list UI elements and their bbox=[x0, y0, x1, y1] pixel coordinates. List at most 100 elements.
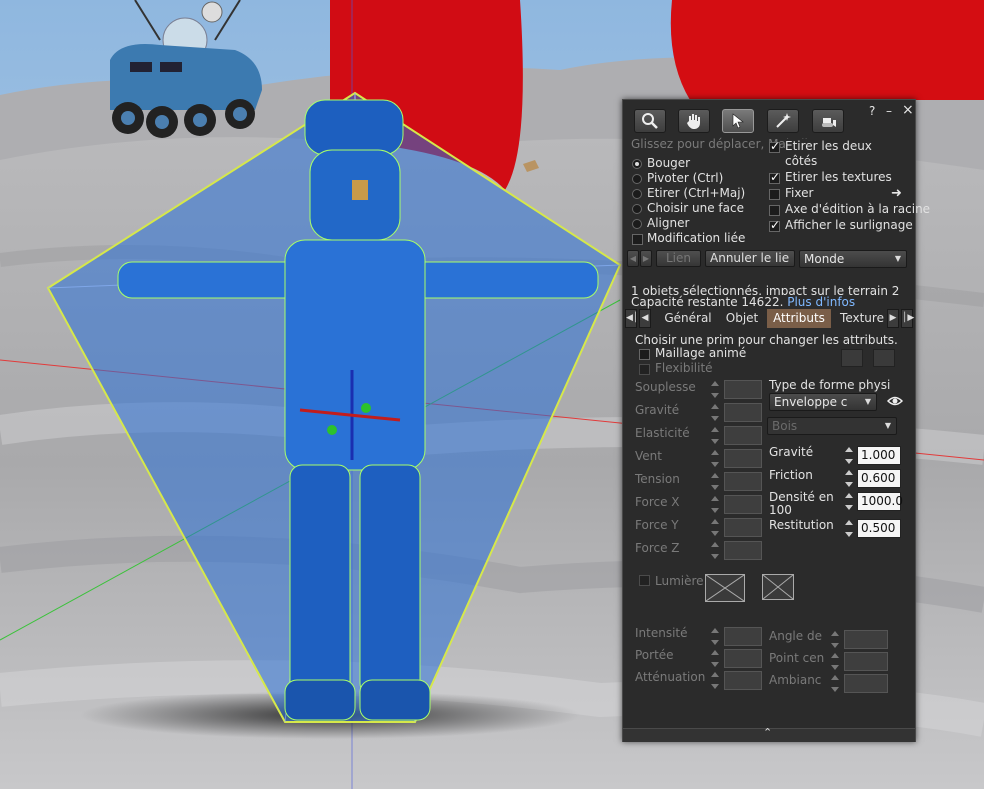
snap-options-arrow-icon[interactable]: ➜ bbox=[891, 186, 902, 201]
snap-label: Fixer bbox=[785, 186, 814, 200]
light-texture-swatch[interactable] bbox=[762, 574, 794, 600]
hand-icon bbox=[687, 114, 700, 129]
mode-rotate-radio[interactable] bbox=[632, 174, 642, 184]
softness-label: Souplesse bbox=[635, 380, 696, 394]
mode-stretch-radio[interactable] bbox=[632, 189, 642, 199]
density-spinner[interactable] bbox=[843, 491, 856, 512]
physics-gravity-input[interactable]: 1.000 bbox=[857, 446, 901, 465]
stretch-both-sides-checkbox[interactable] bbox=[769, 139, 780, 153]
tension-spinner[interactable] bbox=[709, 471, 722, 492]
show-highlight-checkbox[interactable] bbox=[769, 218, 780, 232]
radius-field[interactable] bbox=[724, 649, 762, 668]
root-axis-checkbox[interactable] bbox=[769, 205, 780, 216]
spot-ambiance-label: Ambianc bbox=[769, 673, 822, 687]
friction-input[interactable]: 0.600 bbox=[857, 469, 901, 488]
light-color-swatch[interactable] bbox=[705, 574, 745, 602]
linked-edit-checkbox[interactable] bbox=[632, 234, 643, 245]
elasticity-spinner[interactable] bbox=[709, 425, 722, 446]
tension-field[interactable] bbox=[724, 472, 762, 491]
grab-tool-button[interactable] bbox=[678, 109, 710, 133]
copy-params-icon[interactable] bbox=[841, 349, 863, 367]
unlink-button[interactable]: Annuler le lie bbox=[705, 250, 795, 267]
falloff-spinner[interactable] bbox=[709, 670, 722, 691]
force-z-spinner[interactable] bbox=[709, 540, 722, 561]
wind-spinner[interactable] bbox=[709, 448, 722, 469]
tab-scroll-first-button[interactable]: ◀│ bbox=[625, 309, 638, 328]
radius-spinner[interactable] bbox=[709, 648, 722, 669]
spot-angle-field[interactable] bbox=[844, 630, 888, 649]
land-tool-button[interactable] bbox=[812, 109, 844, 133]
light-checkbox[interactable] bbox=[639, 575, 650, 586]
spot-angle-spinner[interactable] bbox=[829, 629, 842, 650]
animated-mesh-checkbox[interactable] bbox=[639, 349, 650, 360]
restitution-input[interactable]: 0.500 bbox=[857, 519, 901, 538]
focus-tool-button[interactable] bbox=[634, 109, 666, 133]
chevron-down-icon: ▼ bbox=[884, 421, 891, 430]
paste-params-icon[interactable] bbox=[873, 349, 895, 367]
stretch-textures-checkbox[interactable] bbox=[769, 170, 780, 184]
tab-scroll-next-button[interactable]: ▶ bbox=[887, 309, 899, 328]
force-x-spinner[interactable] bbox=[709, 494, 722, 515]
light-label: Lumière bbox=[655, 574, 704, 588]
softness-field[interactable] bbox=[724, 380, 762, 399]
eye-icon[interactable] bbox=[886, 394, 904, 411]
material-dropdown[interactable]: Bois ▼ bbox=[767, 417, 897, 435]
spot-focus-label: Point cen bbox=[769, 651, 825, 665]
link-prev-button[interactable]: ◀ bbox=[627, 250, 639, 267]
physics-shape-dropdown[interactable]: Enveloppe c ▼ bbox=[769, 393, 877, 411]
restitution-spinner[interactable] bbox=[843, 518, 856, 539]
force-y-label: Force Y bbox=[635, 518, 679, 532]
spot-ambiance-field[interactable] bbox=[844, 674, 888, 693]
tab-object[interactable]: Objet bbox=[721, 309, 763, 328]
select-tool-button[interactable] bbox=[722, 109, 754, 133]
tab-features[interactable]: Attributs bbox=[767, 309, 831, 328]
force-z-label: Force Z bbox=[635, 541, 680, 555]
create-tool-button[interactable] bbox=[767, 109, 799, 133]
tab-scroll-prev-button[interactable]: ◀ bbox=[639, 309, 651, 328]
snap-checkbox[interactable] bbox=[769, 189, 780, 200]
spot-focus-spinner[interactable] bbox=[829, 651, 842, 672]
flexi-gravity-spinner[interactable] bbox=[709, 402, 722, 423]
elasticity-field[interactable] bbox=[724, 426, 762, 445]
flexi-gravity-label: Gravité bbox=[635, 403, 680, 417]
force-y-field[interactable] bbox=[724, 518, 762, 537]
remaining-capacity-text: Capacité restante 14622. Plus d'infos bbox=[631, 295, 856, 309]
flexi-gravity-field[interactable] bbox=[724, 403, 762, 422]
tension-label: Tension bbox=[635, 472, 680, 486]
mode-stretch-label: Etirer (Ctrl+Maj) bbox=[647, 186, 746, 200]
friction-spinner[interactable] bbox=[843, 468, 856, 489]
flexibility-checkbox[interactable] bbox=[639, 364, 650, 375]
physics-gravity-spinner[interactable] bbox=[843, 445, 856, 466]
force-x-field[interactable] bbox=[724, 495, 762, 514]
bulldozer-icon bbox=[822, 118, 836, 127]
flexibility-label: Flexibilité bbox=[655, 361, 713, 375]
ruler-mode-value: Monde bbox=[804, 252, 845, 266]
minimize-button[interactable]: – bbox=[886, 104, 892, 118]
intensity-field[interactable] bbox=[724, 627, 762, 646]
close-button[interactable]: × bbox=[902, 102, 914, 118]
tab-texture[interactable]: Texture bbox=[835, 309, 889, 328]
link-button[interactable]: Lien bbox=[656, 250, 701, 267]
ruler-mode-dropdown[interactable]: Monde ▼ bbox=[799, 250, 907, 268]
density-input[interactable]: 1000.0 bbox=[857, 492, 903, 511]
spot-ambiance-spinner[interactable] bbox=[829, 673, 842, 694]
force-z-field[interactable] bbox=[724, 541, 762, 560]
tab-scroll-last-button[interactable]: │▶ bbox=[901, 309, 914, 328]
wind-field[interactable] bbox=[724, 449, 762, 468]
mode-align-radio[interactable] bbox=[632, 219, 642, 229]
mode-move-radio[interactable] bbox=[632, 159, 642, 169]
animated-mesh-label: Maillage animé bbox=[655, 346, 747, 360]
collapse-bar[interactable]: ⌃ bbox=[623, 726, 915, 742]
softness-spinner[interactable] bbox=[709, 379, 722, 400]
spot-focus-field[interactable] bbox=[844, 652, 888, 671]
link-next-button[interactable]: ▶ bbox=[640, 250, 652, 267]
friction-label: Friction bbox=[769, 468, 813, 482]
more-info-link[interactable]: Plus d'infos bbox=[787, 295, 855, 309]
tab-general[interactable]: Général bbox=[659, 309, 717, 328]
falloff-field[interactable] bbox=[724, 671, 762, 690]
magnifier-icon bbox=[642, 113, 658, 129]
intensity-spinner[interactable] bbox=[709, 626, 722, 647]
mode-select-face-radio[interactable] bbox=[632, 204, 642, 214]
force-y-spinner[interactable] bbox=[709, 517, 722, 538]
help-button[interactable]: ? bbox=[869, 104, 875, 118]
